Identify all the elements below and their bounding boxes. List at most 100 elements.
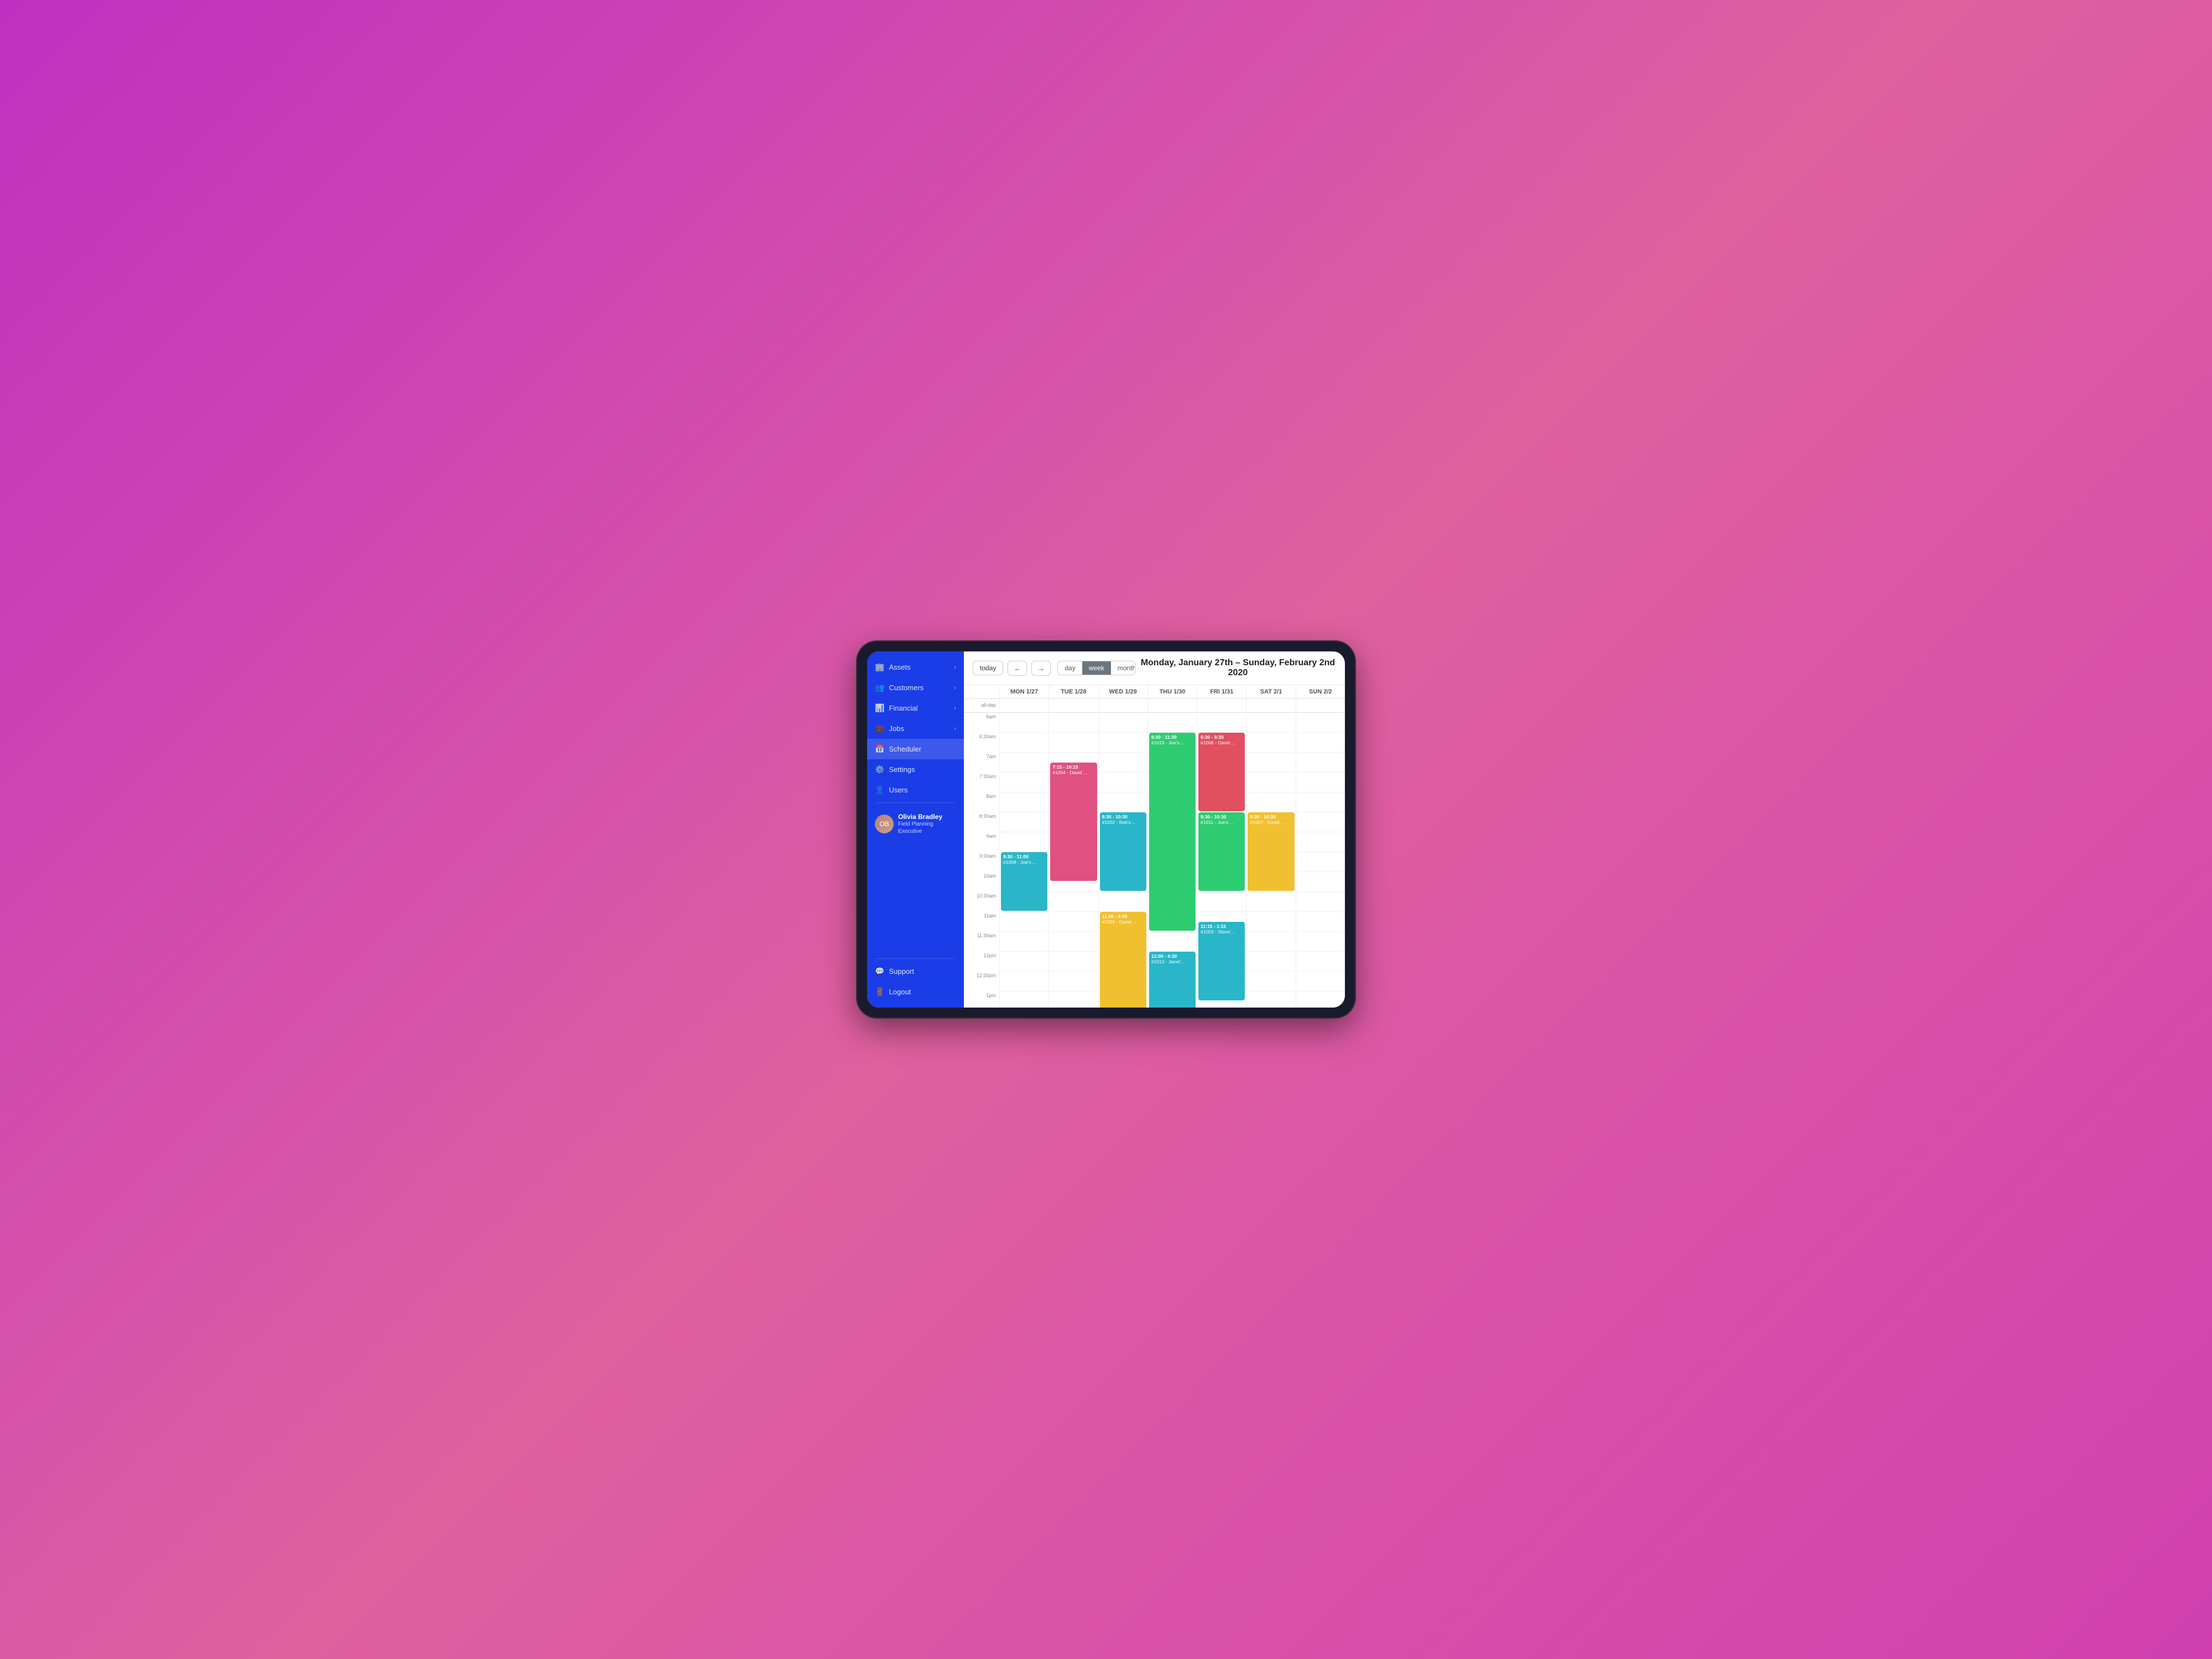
col-header-thu: THU 1/30 xyxy=(1147,685,1197,698)
all-day-mon xyxy=(999,699,1048,712)
all-day-row: all-day xyxy=(964,699,1345,713)
event-time: 6:30 - 8:30 xyxy=(1201,734,1243,740)
sidebar-item-label: Logout xyxy=(889,988,911,996)
sidebar-item-assets[interactable]: 🏢 Assets › xyxy=(867,657,964,677)
time-label-12pm: 12pm xyxy=(964,952,999,972)
support-icon: 💬 xyxy=(875,967,884,976)
sidebar-item-label: Scheduler xyxy=(889,745,921,753)
time-label-1130am: 11:30am xyxy=(964,932,999,952)
time-label-9am: 9am xyxy=(964,832,999,852)
sidebar-item-users[interactable]: 👤 Users xyxy=(867,780,964,800)
col-header-fri: FRI 1/31 xyxy=(1197,685,1246,698)
chevron-right-icon: › xyxy=(954,726,956,732)
event-ev2[interactable]: 7:15 - 10:15#1004 - David ... xyxy=(1050,763,1097,881)
calendar-header: today ← → day week month Monday, January… xyxy=(964,651,1345,685)
sidebar-item-label: Assets xyxy=(889,663,910,671)
col-header-sat: SAT 2/1 xyxy=(1246,685,1295,698)
event-ev7[interactable]: 6:30 - 8:30#1006 - David ... xyxy=(1198,733,1245,811)
time-label-1pm: 1pm xyxy=(964,992,999,1008)
event-ev4[interactable]: 11:00 - 4:00#1001 - David ... xyxy=(1100,912,1146,1008)
sidebar-item-financial[interactable]: 📊 Financial › xyxy=(867,698,964,718)
week-view-button[interactable]: week xyxy=(1082,661,1111,675)
event-ev11[interactable]: 8:30 - 10:30#1007 - David ... xyxy=(1248,812,1294,891)
event-ev1[interactable]: 9:30 - 11:00#1008 - Joe's ... xyxy=(1001,852,1047,911)
user-info: Olivia Bradley Field PlanningExecutive xyxy=(898,813,942,835)
time-label-7am: 7am xyxy=(964,753,999,773)
avatar: OB xyxy=(875,815,894,833)
users-icon: 👤 xyxy=(875,785,884,795)
time-label-8am: 8am xyxy=(964,792,999,812)
sidebar-item-label: Financial xyxy=(889,704,917,712)
col-header-tue: TUE 1/28 xyxy=(1048,685,1098,698)
device-frame: 🏢 Assets › 👥 Customers › 📊 Financial › 💼… xyxy=(857,641,1355,1018)
day-col-wed: 8:30 - 10:30#1002 - Bob's ... 11:00 - 4:0… xyxy=(1098,713,1147,1008)
jobs-icon: 💼 xyxy=(875,724,884,733)
sidebar-item-support[interactable]: 💬 Support xyxy=(867,961,964,982)
day-col-sat: 8:30 - 10:30#1007 - David ... xyxy=(1246,713,1295,1008)
event-ev9[interactable]: 11:15 - 1:15#1003 - Steve'... xyxy=(1198,922,1245,1000)
screen: 🏢 Assets › 👥 Customers › 📊 Financial › 💼… xyxy=(867,651,1345,1008)
all-day-sun xyxy=(1296,699,1345,712)
event-time: 7:15 - 10:15 xyxy=(1052,764,1094,770)
time-label-6am: 6am xyxy=(964,713,999,733)
sidebar-item-label: Customers xyxy=(889,684,924,692)
sidebar-item-label: Jobs xyxy=(889,724,904,733)
sidebar-divider-2 xyxy=(875,958,956,959)
sidebar-item-jobs[interactable]: 💼 Jobs › xyxy=(867,718,964,739)
event-time: 6:30 - 11:30 xyxy=(1151,734,1193,740)
month-view-button[interactable]: month xyxy=(1111,661,1135,675)
event-name: #1004 - David ... xyxy=(1052,770,1094,775)
event-ev6[interactable]: 12:00 - 4:30#1013 - Janet'... xyxy=(1149,952,1196,1008)
day-col-mon: 9:30 - 11:00#1008 - Joe's ... xyxy=(999,713,1048,1008)
event-time: 8:30 - 10:30 xyxy=(1250,814,1292,820)
user-role: Field PlanningExecutive xyxy=(898,821,942,835)
day-view-button[interactable]: day xyxy=(1058,661,1082,675)
all-day-thu xyxy=(1147,699,1197,712)
avatar-image: OB xyxy=(875,815,894,833)
event-time: 9:30 - 11:00 xyxy=(1003,854,1045,859)
next-button[interactable]: → xyxy=(1031,661,1051,676)
event-name: #1013 - Janet'... xyxy=(1151,959,1193,964)
user-name: Olivia Bradley xyxy=(898,813,942,821)
column-headers: MON 1/27 TUE 1/28 WED 1/29 THU 1/30 FRI … xyxy=(964,685,1345,699)
event-name: #1011 - Joe's ... xyxy=(1201,820,1243,825)
time-label-930am: 9:30am xyxy=(964,852,999,872)
time-label-1030am: 10:30am xyxy=(964,892,999,912)
time-label-730am: 7:30am xyxy=(964,773,999,792)
time-labels-col: 6am 6:30am 7am 7:30am 8am 8:30am 9am 9:3… xyxy=(964,713,999,1008)
event-name: #1001 - David ... xyxy=(1102,919,1144,925)
view-toggle: day week month xyxy=(1057,661,1135,675)
time-grid: 6am 6:30am 7am 7:30am 8am 8:30am 9am 9:3… xyxy=(964,713,1345,1008)
time-label-630am: 6:30am xyxy=(964,733,999,753)
calendar-title: Monday, January 27th – Sunday, February … xyxy=(1140,658,1336,678)
time-label-11am: 11am xyxy=(964,912,999,932)
col-header-sun: SUN 2/2 xyxy=(1296,685,1345,698)
event-name: #1007 - David ... xyxy=(1250,820,1292,825)
all-day-sat xyxy=(1246,699,1295,712)
sidebar-item-scheduler[interactable]: 📅 Scheduler xyxy=(867,739,964,759)
event-ev8[interactable]: 8:30 - 10:30#1011 - Joe's ... xyxy=(1198,812,1245,891)
event-name: #1018 - Joe's ... xyxy=(1151,740,1193,745)
today-button[interactable]: today xyxy=(973,661,1003,675)
all-day-wed xyxy=(1098,699,1147,712)
sidebar-item-logout[interactable]: 🚪 Logout xyxy=(867,982,964,1002)
event-time: 11:15 - 1:15 xyxy=(1201,924,1243,929)
day-col-fri: 6:30 - 8:30#1006 - David ...8:30 - 10:30… xyxy=(1197,713,1246,1008)
sidebar-item-label: Users xyxy=(889,786,907,794)
sidebar-item-customers[interactable]: 👥 Customers › xyxy=(867,677,964,698)
event-ev3[interactable]: 8:30 - 10:30#1002 - Bob's ... xyxy=(1100,812,1146,891)
time-label-10am: 10am xyxy=(964,872,999,892)
event-time: 8:30 - 10:30 xyxy=(1102,814,1144,820)
event-time: 11:00 - 4:00 xyxy=(1102,914,1144,919)
assets-icon: 🏢 xyxy=(875,662,884,672)
time-label-1230pm: 12:30pm xyxy=(964,972,999,992)
event-name: #1002 - Bob's ... xyxy=(1102,820,1144,825)
day-col-tue: 7:15 - 10:15#1004 - David ... xyxy=(1048,713,1098,1008)
prev-button[interactable]: ← xyxy=(1008,661,1027,676)
event-name: #1008 - Joe's ... xyxy=(1003,859,1045,865)
settings-icon: ⚙️ xyxy=(875,765,884,774)
event-ev5[interactable]: 6:30 - 11:30#1018 - Joe's ... xyxy=(1149,733,1196,931)
event-name: #1006 - David ... xyxy=(1201,740,1243,745)
sidebar-item-settings[interactable]: ⚙️ Settings xyxy=(867,759,964,780)
sidebar-item-label: Settings xyxy=(889,765,915,774)
